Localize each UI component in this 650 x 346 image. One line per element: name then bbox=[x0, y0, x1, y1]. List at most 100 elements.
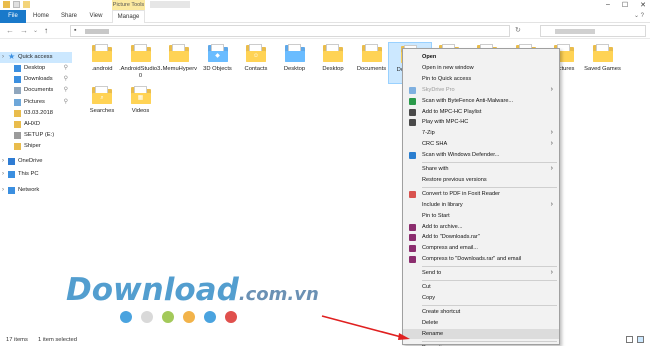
menu-item-send-to[interactable]: Send to › bbox=[403, 268, 559, 278]
pin-icon[interactable]: ⚲ bbox=[64, 63, 68, 74]
menu-item-compress-and-email[interactable]: Compress and email... bbox=[403, 243, 559, 253]
menu-item-label: Open bbox=[422, 54, 437, 60]
sidebar-item-label: 03.03.2018 bbox=[24, 110, 54, 116]
tab-home[interactable]: Home bbox=[28, 10, 54, 23]
folder-item-memuhyperv[interactable]: .MemuHyperv bbox=[157, 42, 201, 84]
menu-item-label: Create shortcut bbox=[422, 308, 461, 315]
folder-item-3d-objects[interactable]: ◆ 3D Objects bbox=[196, 42, 240, 84]
folder-emblem-icon: ▦ bbox=[137, 95, 144, 101]
new-folder-icon[interactable] bbox=[23, 1, 30, 8]
folder-icon: ☺ bbox=[246, 44, 266, 62]
ribbon-help[interactable]: ⌄ ? bbox=[634, 12, 644, 19]
menu-item-skydrive-pro[interactable]: SkyDrive Pro › bbox=[403, 85, 559, 95]
expand-chevron-icon[interactable]: › bbox=[2, 185, 4, 196]
menu-item-label: Delete bbox=[422, 319, 439, 326]
menu-item-add-to-archive[interactable]: Add to archive... bbox=[403, 222, 559, 232]
menu-item-open-in-new-window[interactable]: Open in new window bbox=[403, 63, 559, 73]
menu-item-delete[interactable]: Delete bbox=[403, 318, 559, 328]
minimize-button[interactable]: – bbox=[606, 1, 610, 9]
refresh-icon[interactable]: ↻ bbox=[515, 26, 521, 34]
menu-item-label: Restore previous versions bbox=[422, 176, 487, 183]
sidebar-item-setup-e[interactable]: SETUP (E:) bbox=[0, 130, 72, 141]
up-arrow-icon[interactable]: ↑ bbox=[44, 26, 48, 36]
menu-separator bbox=[422, 304, 557, 306]
menu-item-compress-to-downloads-rar-and-email[interactable]: Compress to "Downloads.rar" and email bbox=[403, 254, 559, 264]
close-button[interactable]: ✕ bbox=[640, 1, 646, 9]
menu-item-crc-sha[interactable]: CRC SHA › bbox=[403, 139, 559, 149]
folder-item-desktop[interactable]: Desktop bbox=[311, 42, 355, 84]
sidebar-item-this-pc[interactable]: › This PC bbox=[0, 169, 72, 180]
menu-item-share-with[interactable]: Share with › bbox=[403, 164, 559, 174]
sidebar-item-ahxd[interactable]: AHXD bbox=[0, 119, 72, 130]
pin-icon[interactable]: ⚲ bbox=[64, 97, 68, 108]
menu-item-pin-to-quick-access[interactable]: Pin to Quick access bbox=[403, 74, 559, 84]
logo-dot bbox=[204, 311, 216, 323]
folder-label: Contacts bbox=[244, 66, 268, 72]
menu-item-rename[interactable]: Rename bbox=[403, 328, 559, 339]
menu-item-add-to-downloads-rar[interactable]: Add to "Downloads.rar" bbox=[403, 232, 559, 242]
pin-icon[interactable]: ⚲ bbox=[64, 85, 68, 96]
folder-item-android[interactable]: .android bbox=[80, 42, 124, 84]
folder-item-saved-games[interactable]: Saved Games bbox=[581, 42, 625, 84]
menu-item-create-shortcut[interactable]: Create shortcut bbox=[403, 307, 559, 317]
maximize-button[interactable]: ☐ bbox=[622, 1, 628, 9]
menu-item-scan-with-bytefence-anti-malware[interactable]: Scan with ByteFence Anti-Malware... bbox=[403, 96, 559, 106]
sidebar-item-pictures[interactable]: Pictures ⚲ bbox=[0, 97, 72, 108]
ribbon-tabs: File Home Share View Manage bbox=[0, 10, 650, 23]
sidebar-item-03-03-2018[interactable]: 03.03.2018 bbox=[0, 108, 72, 119]
folder-item-searches[interactable]: ⌕ Searches bbox=[80, 84, 124, 126]
expand-chevron-icon[interactable]: › bbox=[2, 169, 4, 180]
sidebar-item-documents[interactable]: Documents ⚲ bbox=[0, 85, 72, 96]
recent-chevron-icon[interactable]: ⌄ bbox=[33, 26, 38, 36]
back-arrow-icon[interactable]: ← bbox=[6, 26, 14, 36]
menu-item-include-in-library[interactable]: Include in library › bbox=[403, 200, 559, 210]
tab-file[interactable]: File bbox=[0, 10, 26, 23]
folder-label: Videos bbox=[131, 108, 150, 114]
expand-chevron-icon[interactable]: › bbox=[2, 52, 4, 63]
large-icons-view-icon[interactable] bbox=[637, 336, 644, 343]
sidebar-item-desktop[interactable]: Desktop ⚲ bbox=[0, 63, 72, 74]
logo-dot bbox=[141, 311, 153, 323]
logo-text: Download bbox=[66, 272, 239, 308]
menu-item-play-with-mpc-hc[interactable]: Play with MPC-HC bbox=[403, 117, 559, 127]
folder-item-androidstudio3-0[interactable]: .AndroidStudio3.0 bbox=[119, 42, 163, 84]
folder-item-desktop[interactable]: Desktop bbox=[273, 42, 317, 84]
tab-share[interactable]: Share bbox=[56, 10, 82, 23]
folder-item-documents[interactable]: Documents bbox=[350, 42, 394, 84]
sidebar-item-network[interactable]: › Network bbox=[0, 185, 72, 196]
menu-item-scan-with-windows-defender[interactable]: Scan with Windows Defender... bbox=[403, 150, 559, 160]
menu-item-add-to-mpc-hc-playlist[interactable]: Add to MPC-HC Playlist bbox=[403, 107, 559, 117]
properties-icon[interactable] bbox=[13, 1, 20, 8]
menu-separator bbox=[422, 266, 557, 268]
sidebar-item-downloads[interactable]: Downloads ⚲ bbox=[0, 74, 72, 85]
item-count: 17 items bbox=[6, 337, 28, 343]
folder-icon bbox=[14, 143, 21, 150]
folder-label: .android bbox=[91, 66, 113, 72]
pin-icon[interactable]: ⚲ bbox=[64, 74, 68, 85]
folder-item-videos[interactable]: ▦ Videos bbox=[119, 84, 163, 126]
sidebar-item-onedrive[interactable]: › OneDrive bbox=[0, 156, 72, 167]
menu-item-open[interactable]: Open bbox=[403, 52, 559, 62]
menu-item-convert-to-pdf-in-foxit-reader[interactable]: Convert to PDF in Foxit Reader bbox=[403, 189, 559, 199]
menu-item-pin-to-start[interactable]: Pin to Start bbox=[403, 211, 559, 221]
folder-label: Searches bbox=[89, 108, 115, 114]
search-placeholder-blurred bbox=[555, 29, 595, 34]
menu-item-7-zip[interactable]: 7-Zip › bbox=[403, 128, 559, 138]
menu-item-restore-previous-versions[interactable]: Restore previous versions bbox=[403, 175, 559, 185]
menu-item-properties[interactable]: Properties bbox=[403, 343, 559, 346]
sidebar-item-shiper[interactable]: Shiper bbox=[0, 141, 72, 152]
logo-dot bbox=[183, 311, 195, 323]
menu-item-copy[interactable]: Copy bbox=[403, 293, 559, 303]
address-field[interactable]: ▪ bbox=[70, 25, 510, 37]
tab-manage[interactable]: Manage bbox=[112, 10, 145, 23]
details-view-icon[interactable] bbox=[626, 336, 633, 343]
menu-separator bbox=[422, 186, 557, 188]
tab-view[interactable]: View bbox=[84, 10, 108, 23]
menu-item-cut[interactable]: Cut bbox=[403, 282, 559, 292]
search-input[interactable] bbox=[540, 25, 646, 37]
expand-chevron-icon[interactable]: › bbox=[2, 156, 4, 167]
folder-item-contacts[interactable]: ☺ Contacts bbox=[234, 42, 278, 84]
folder-icon[interactable] bbox=[3, 1, 10, 8]
sidebar-item-quick-access[interactable]: › ★ Quick access bbox=[0, 52, 72, 63]
forward-arrow-icon[interactable]: → bbox=[20, 26, 28, 36]
